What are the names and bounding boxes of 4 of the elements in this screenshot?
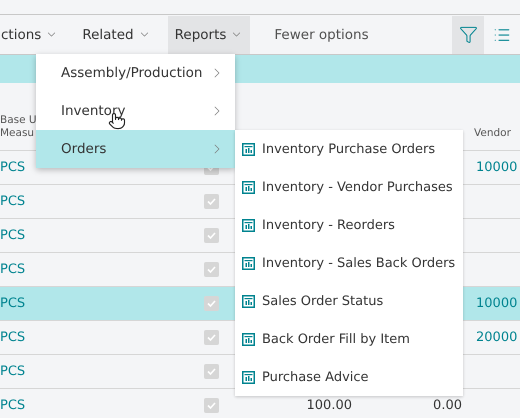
table-cell-text: 100.00 (306, 398, 352, 413)
column-header: Base U Measu (0, 114, 37, 140)
column-header: Vendor (474, 127, 512, 140)
table-cell-text: 0.00 (432, 398, 462, 413)
